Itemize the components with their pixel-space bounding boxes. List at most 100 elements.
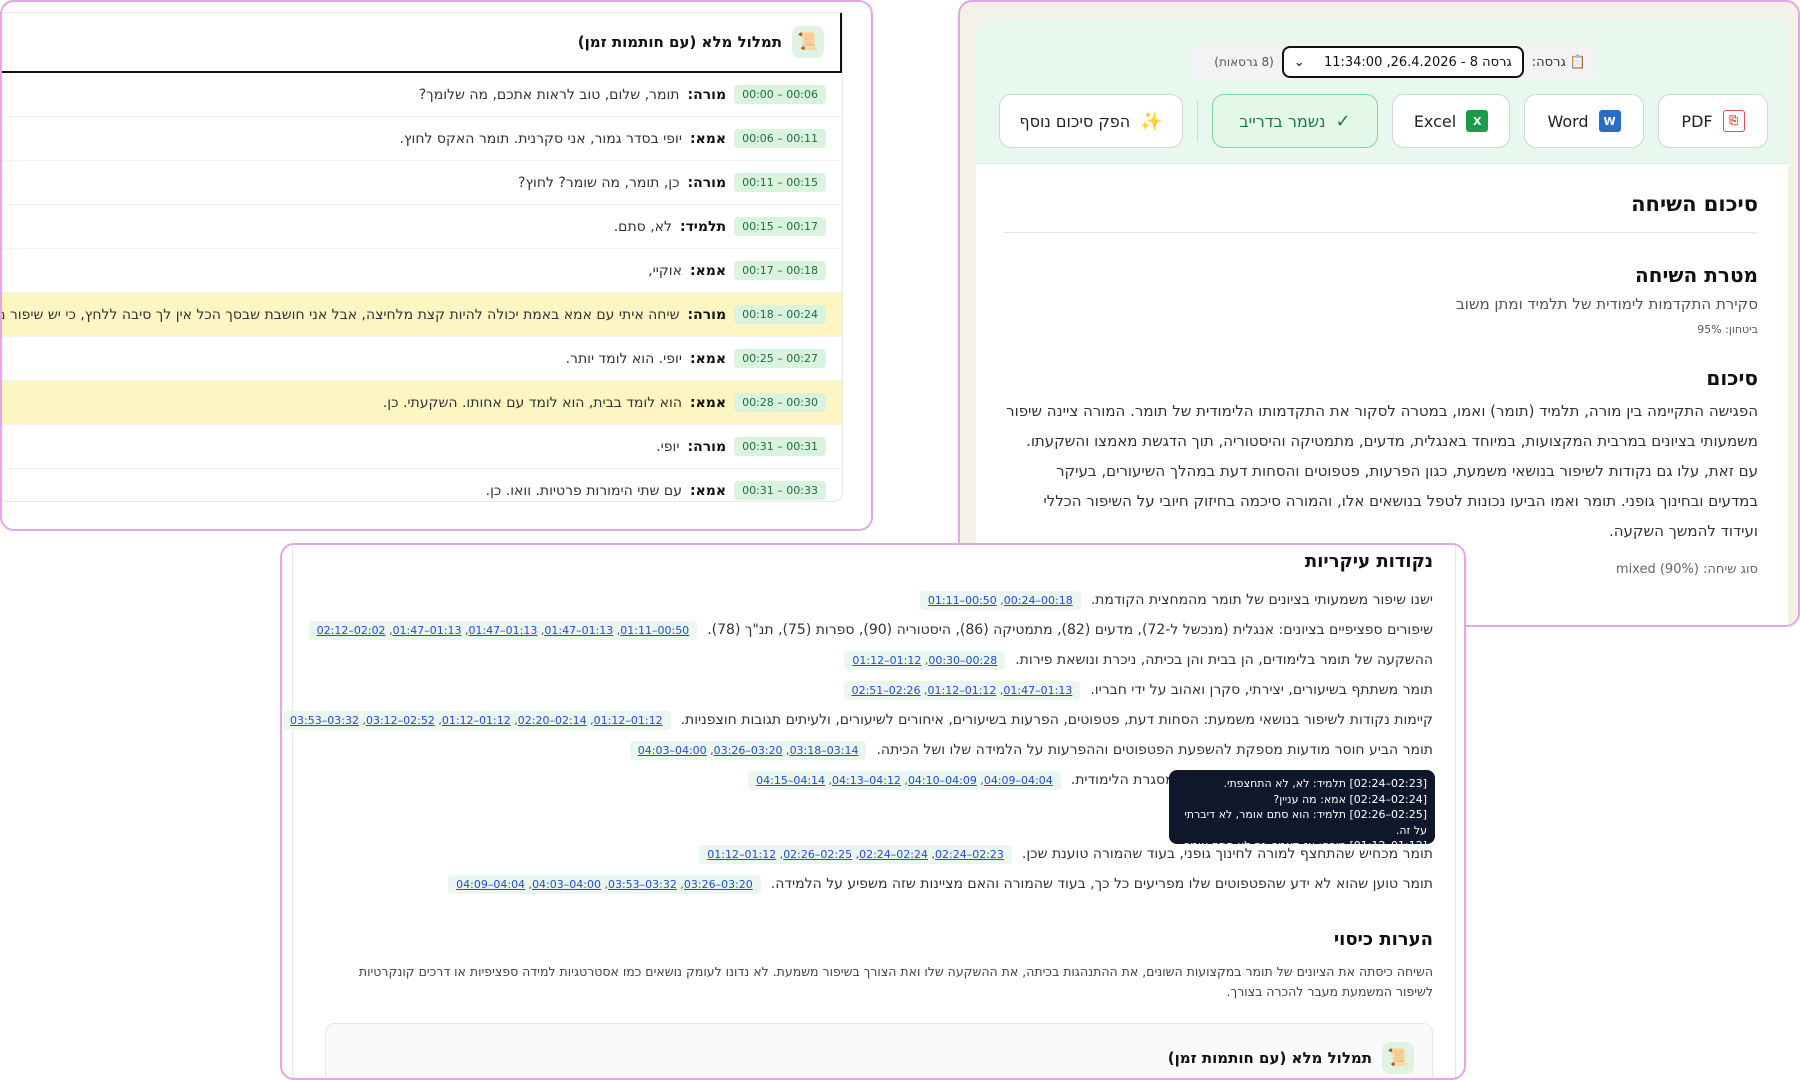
timestamp-badge[interactable]: 00:31 – 00:31 [734, 437, 826, 456]
timestamp-ref-link[interactable]: 01:13–01:47 [1003, 684, 1072, 697]
timestamp-ref-link[interactable]: 01:13–01:47 [544, 624, 613, 637]
transcript-footer-header[interactable]: 📜 תמלול מלא (עם חותמות זמן) [325, 1023, 1433, 1078]
pdf-icon: ⎘ [1722, 110, 1745, 132]
timestamp-ref-link[interactable]: 03:20–03:26 [684, 878, 753, 891]
timestamp-ref-link[interactable]: 02:23–02:24 [935, 848, 1004, 861]
pdf-button[interactable]: ⎘ PDF [1658, 94, 1768, 148]
timestamp-badge[interactable]: 00:11 – 00:15 [734, 173, 826, 192]
transcript-segment[interactable]: 00:17 – 00:18 אמא: אוקיי, [2, 249, 842, 293]
timestamp-refs: 01:13–01:47, 01:12–01:12, 02:26–02:51 [843, 680, 1081, 700]
transcript-segment[interactable]: 00:15 – 00:17 תלמיד: לא, סתם. [2, 205, 842, 249]
key-points-panel: נקודות עיקריות ישנו שיפור משמעותי בציוני… [280, 543, 1466, 1080]
key-point-item: קיימות נקודות לשיפור בנושאי משמעת: הסחות… [282, 705, 1433, 735]
word-button-label: Word [1547, 111, 1589, 131]
timestamp-ref-link[interactable]: 01:13–01:47 [393, 624, 462, 637]
timestamp-ref-link[interactable]: 04:00–04:03 [638, 744, 707, 757]
timestamp-ref-link[interactable]: 03:32–03:53 [290, 714, 359, 727]
timestamp-ref-link[interactable]: 04:09–04:10 [908, 774, 977, 787]
transcript-segment-list: 00:00 – 00:06 מורה: תומר, שלום, טוב לראות … [0, 73, 842, 501]
generate-summary-button[interactable]: ✨ הפק סיכום נוסף [999, 94, 1183, 148]
transcript-segment[interactable]: 00:11 – 00:15 מורה: כן, תומר, מה שומר? לחו… [2, 161, 842, 205]
segment-text: תומר, שלום, טוב לראות אתכם, מה שלומך? [418, 86, 680, 103]
ref-separator: , [996, 593, 1004, 607]
segment-text: לא, סתם. [613, 218, 672, 235]
key-point-text: שיפורים ספציפיים בציונים: אנגלית (מנכשל … [707, 622, 1433, 638]
speaker-label: אמא: [689, 350, 727, 367]
timestamp-badge[interactable]: 00:00 – 00:06 [734, 85, 826, 104]
timestamp-ref-link[interactable]: 04:14–04:15 [756, 774, 825, 787]
ref-separator: , [525, 877, 533, 891]
version-label: 📋 גרסה: [1532, 55, 1586, 70]
transcript-segment[interactable]: 00:00 – 00:06 מורה: תומר, שלום, טוב לראות … [2, 73, 842, 117]
timestamp-ref-link[interactable]: 02:14–02:20 [518, 714, 587, 727]
transcript-segment[interactable]: 00:28 – 00:30 אמא: הוא לומד בבית, הוא לומד… [2, 381, 842, 425]
timestamp-badge[interactable]: 00:18 – 00:24 [734, 305, 826, 324]
timestamp-badge[interactable]: 00:17 – 00:18 [734, 261, 826, 280]
timestamp-ref-link[interactable]: 02:02–02:12 [317, 624, 386, 637]
timestamp-ref-link[interactable]: 04:12–04:13 [832, 774, 901, 787]
segment-text: הוא לומד בבית, הוא לומד עם אחותו. השקעתי… [382, 394, 682, 411]
word-button[interactable]: W Word [1524, 94, 1644, 148]
timestamp-ref-link[interactable]: 01:12–01:12 [852, 654, 921, 667]
key-point-text: תומר הביע חוסר מודעות מספקת להשפעת הפטפו… [876, 742, 1433, 758]
speaker-label: מורה: [687, 438, 727, 455]
timestamp-ref-link[interactable]: 00:50–01:11 [928, 594, 997, 607]
timestamp-ref-link[interactable]: 03:14–03:18 [790, 744, 859, 757]
generate-summary-label: הפק סיכום נוסף [1019, 111, 1131, 131]
timestamp-ref-link[interactable]: 02:52–03:12 [366, 714, 435, 727]
timestamp-ref-link[interactable]: 01:12–01:12 [442, 714, 511, 727]
timestamp-ref-link[interactable]: 00:50–01:11 [620, 624, 689, 637]
timestamp-badge[interactable]: 00:31 – 00:33 [734, 481, 826, 500]
version-select[interactable]: גרסה 8 - 26.4.2026, 11:34:00 ⌄ [1281, 46, 1524, 78]
version-count: (8 גרסאות) [1214, 55, 1274, 69]
tooltip-line: [02:23–02:24] תלמיד: לא, לא התחצפתי. [1223, 777, 1428, 790]
speaker-label: תלמיד: [679, 218, 727, 235]
scroll-icon: 📜 [792, 26, 824, 58]
timestamp-ref-link[interactable]: 04:00–04:03 [532, 878, 601, 891]
saved-to-drive-label: נשמר בדרייב [1239, 111, 1326, 131]
key-points-title: נקודות עיקריות [1304, 551, 1433, 572]
timestamp-refs: 02:23–02:24, 02:24–02:24, 02:25–02:26, 0… [699, 844, 1012, 864]
timestamp-ref-link[interactable]: 01:12–01:12 [928, 684, 997, 697]
timestamp-ref-link[interactable]: 01:13–01:47 [468, 624, 537, 637]
ref-separator: , [900, 773, 908, 787]
timestamp-refs: 03:20–03:26, 03:32–03:53, 04:00–04:03, 0… [448, 874, 761, 894]
timestamp-ref-link[interactable]: 02:25–02:26 [783, 848, 852, 861]
timestamp-badge[interactable]: 00:06 – 00:11 [734, 129, 826, 148]
timestamp-ref-link[interactable]: 01:12–01:12 [707, 848, 776, 861]
ref-separator: , [706, 743, 714, 757]
timestamp-badge[interactable]: 00:25 – 00:27 [734, 349, 826, 368]
timestamp-ref-link[interactable]: 02:26–02:51 [852, 684, 921, 697]
key-point-item: שיפורים ספציפיים בציונים: אנגלית (מנכשל … [308, 615, 1433, 645]
timestamp-ref-link[interactable]: 04:04–04:09 [456, 878, 525, 891]
timestamp-ref-link[interactable]: 01:12–01:12 [594, 714, 663, 727]
transcript-segment[interactable]: 00:31 – 00:33 אמא: עם שתי הימורות פרטיות. … [2, 469, 842, 501]
timestamp-badge[interactable]: 00:15 – 00:17 [734, 217, 826, 236]
speaker-label: מורה: [687, 86, 727, 103]
ref-separator: , [510, 713, 518, 727]
transcript-segment[interactable]: 00:06 – 00:11 אמא: יופי בסדר גמור, אני סקר… [2, 117, 842, 161]
excel-icon: X [1466, 110, 1489, 132]
export-buttons: ⎘ PDF W Word X Excel ✓ נשמר בדרייב ✨ הפק… [999, 94, 1768, 148]
saved-to-drive-button[interactable]: ✓ נשמר בדרייב [1212, 94, 1378, 148]
speaker-label: מורה: [687, 306, 727, 323]
transcript-segment[interactable]: 00:18 – 00:24 מורה: שיחה איתי עם אמא באמת … [0, 293, 842, 337]
transcript-header[interactable]: 📜 תמלול מלא (עם חותמות זמן) [2, 13, 842, 73]
timestamp-ref-link[interactable]: 03:20–03:26 [714, 744, 783, 757]
version-row: 📋 גרסה: גרסה 8 - 26.4.2026, 11:34:00 ⌄ (… [1191, 44, 1596, 80]
summary-card: 📋 גרסה: גרסה 8 - 26.4.2026, 11:34:00 ⌄ (… [976, 18, 1788, 625]
transcript-segment[interactable]: 00:25 – 00:27 אמא: יופי. הוא לומד יותר. [2, 337, 842, 381]
timestamp-ref-link[interactable]: 00:18–00:24 [1004, 594, 1073, 607]
timestamp-ref-link[interactable]: 00:28–00:30 [928, 654, 997, 667]
timestamp-ref-link[interactable]: 04:04–04:09 [984, 774, 1053, 787]
segment-text: שיחה איתי עם אמא באמת יכולה להיות קצת מל… [0, 306, 680, 323]
ref-separator: , [976, 773, 984, 787]
key-point-item: ישנו שיפור משמעותי בציונים של תומר מהמחצ… [313, 585, 1433, 615]
excel-button[interactable]: X Excel [1392, 94, 1510, 148]
timestamp-ref-link[interactable]: 02:24–02:24 [859, 848, 928, 861]
timestamp-badge[interactable]: 00:28 – 00:30 [734, 393, 826, 412]
transcript-segment[interactable]: 00:31 – 00:31 מורה: יופי. [2, 425, 842, 469]
timestamp-ref-link[interactable]: 03:32–03:53 [608, 878, 677, 891]
speaker-label: מורה: [687, 174, 727, 191]
summary-panel: 📋 גרסה: גרסה 8 - 26.4.2026, 11:34:00 ⌄ (… [958, 0, 1800, 627]
